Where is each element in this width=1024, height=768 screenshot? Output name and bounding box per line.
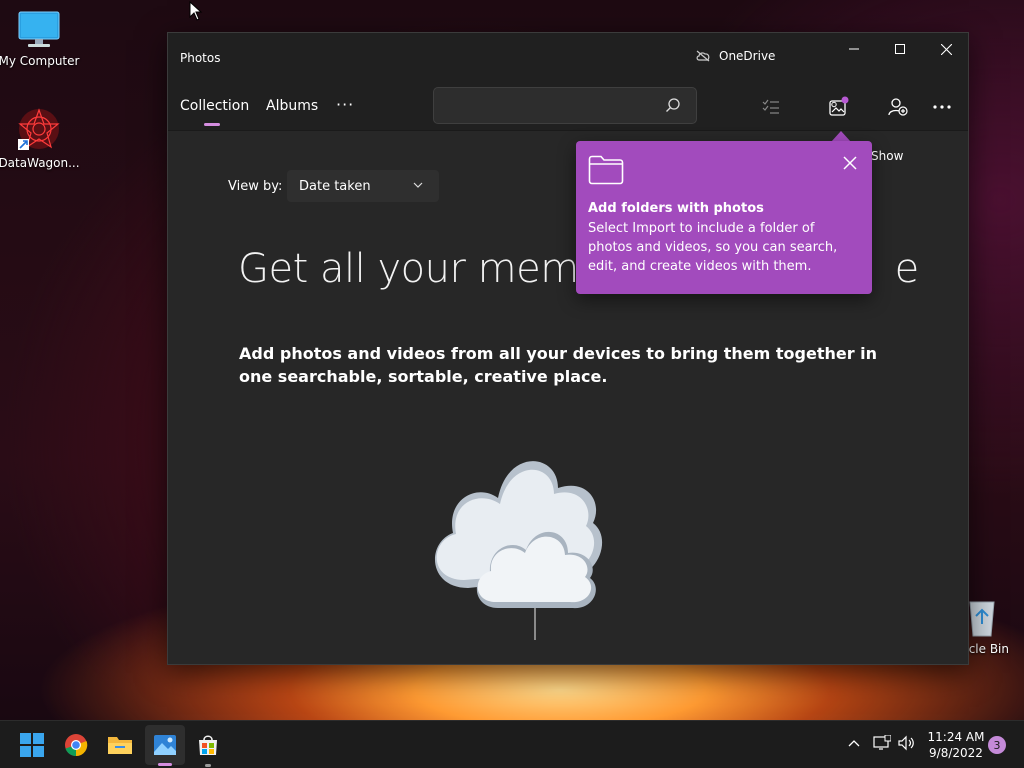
chevron-down-icon xyxy=(413,182,423,188)
desktop-icon-label: DataWagon... xyxy=(0,156,80,170)
cloud-off-icon xyxy=(696,50,710,62)
close-icon xyxy=(940,43,952,55)
maximize-button[interactable] xyxy=(877,33,923,65)
active-app-indicator xyxy=(158,763,172,766)
teaching-tip-body: Select Import to include a folder of pho… xyxy=(588,221,838,274)
folder-icon xyxy=(588,155,624,185)
hero-title-start: Get all your memo xyxy=(238,246,603,292)
search-icon[interactable] xyxy=(665,97,681,113)
running-app-indicator xyxy=(205,764,211,767)
teaching-tip: Add folders with photos Select Import to… xyxy=(576,141,872,294)
tab-albums[interactable]: Albums xyxy=(266,98,318,114)
taskbar: 11:24 AM 9/8/2022 3 xyxy=(0,720,1024,768)
teaching-tip-title: Add folders with photos xyxy=(588,201,764,216)
maximize-icon xyxy=(895,44,905,54)
photos-window: Photos OneDrive Collection Albums ··· Sh… xyxy=(167,32,969,665)
onedrive-label: OneDrive xyxy=(719,49,776,63)
close-button[interactable] xyxy=(923,33,968,65)
windows-logo-icon xyxy=(20,733,44,757)
store-icon xyxy=(199,735,217,755)
minimize-button[interactable] xyxy=(831,33,877,65)
view-by-dropdown[interactable]: Date taken xyxy=(287,170,439,202)
photos-app-icon xyxy=(154,735,176,755)
tip-close-icon[interactable] xyxy=(840,153,860,173)
tab-collection[interactable]: Collection xyxy=(180,98,249,114)
taskbar-microsoft-store[interactable] xyxy=(188,725,228,765)
desktop-icon-datawagon[interactable]: DataWagon... xyxy=(0,106,81,170)
volume-icon[interactable] xyxy=(898,735,916,751)
hero-title-end: e xyxy=(894,246,920,292)
minimize-icon xyxy=(849,48,859,50)
slideshow-label[interactable]: Show xyxy=(871,149,903,163)
taskbar-file-explorer[interactable] xyxy=(100,725,140,765)
view-by-label: View by: xyxy=(228,179,283,194)
taskbar-photos[interactable] xyxy=(145,725,185,765)
nav-bar: Collection Albums ··· xyxy=(168,83,968,131)
network-icon[interactable] xyxy=(873,735,891,751)
view-by-value: Date taken xyxy=(299,178,371,194)
onedrive-status[interactable]: OneDrive xyxy=(695,49,775,63)
select-list-icon xyxy=(762,99,779,114)
import-photo-icon xyxy=(829,96,849,116)
start-button[interactable] xyxy=(12,725,52,765)
add-people-button[interactable] xyxy=(885,94,911,120)
add-person-icon xyxy=(888,98,908,116)
import-button[interactable] xyxy=(826,94,852,120)
more-icon xyxy=(933,105,951,109)
clock-time: 11:24 AM xyxy=(927,730,985,744)
window-title: Photos xyxy=(180,51,221,65)
desktop-icon-my-computer[interactable]: My Computer xyxy=(0,10,81,68)
nav-more-button[interactable]: ··· xyxy=(336,95,354,114)
folder-icon xyxy=(108,737,132,754)
select-button[interactable] xyxy=(758,94,784,120)
title-bar[interactable]: Photos OneDrive xyxy=(168,33,968,83)
cloud-illustration-icon xyxy=(434,461,603,640)
notification-badge[interactable]: 3 xyxy=(988,736,1006,754)
desktop-icon-label: My Computer xyxy=(0,54,80,68)
datawagon-logo-icon xyxy=(18,108,60,150)
search-input[interactable] xyxy=(433,87,697,124)
clock-date: 9/8/2022 xyxy=(929,746,983,760)
selected-tab-indicator xyxy=(204,123,220,126)
mouse-cursor-icon xyxy=(189,1,203,21)
more-options-button[interactable] xyxy=(929,94,955,120)
hero-subtitle: Add photos and videos from all your devi… xyxy=(239,344,878,386)
monitor-icon xyxy=(18,11,60,47)
chrome-icon xyxy=(65,734,88,757)
taskbar-chrome[interactable] xyxy=(56,725,96,765)
chevron-up-icon[interactable] xyxy=(848,739,860,747)
clock[interactable]: 11:24 AM 9/8/2022 xyxy=(924,729,988,761)
